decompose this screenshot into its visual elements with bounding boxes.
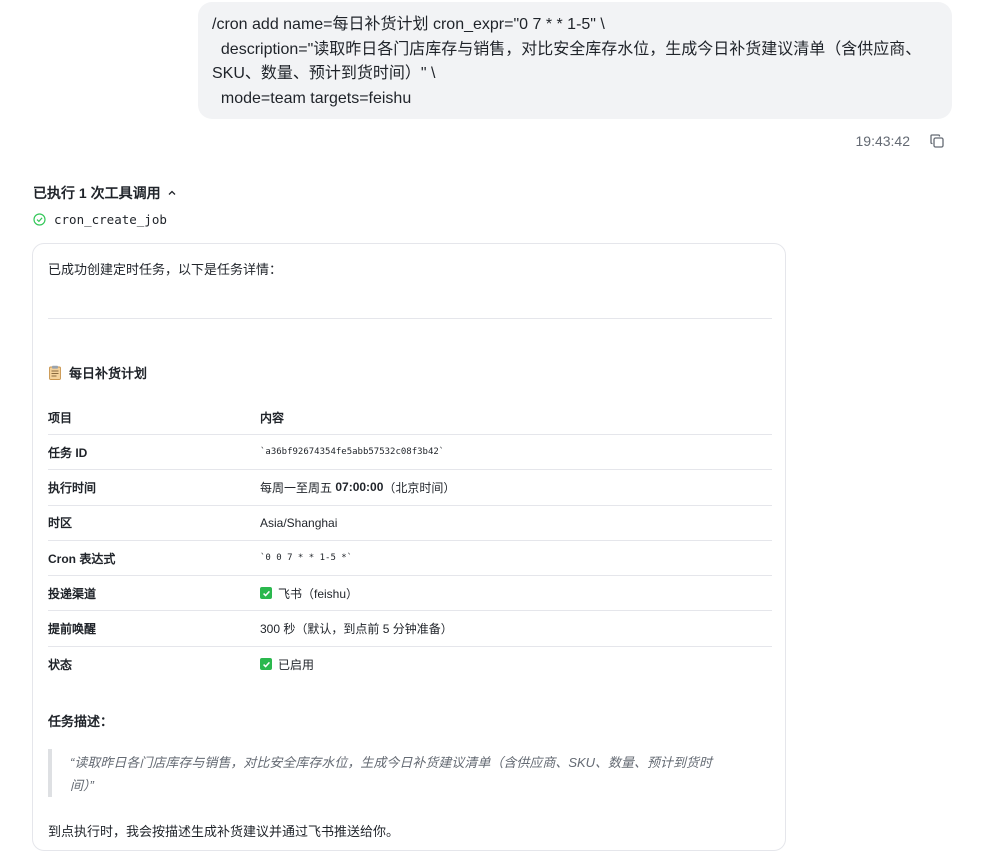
table-row: 任务 ID `a36bf92674354fe5abb57532c08f3b42` — [48, 435, 772, 471]
table-row: 状态 已启用 — [48, 647, 772, 682]
schedule-prefix: 每周一至周五 — [260, 480, 336, 495]
timezone-value: Asia/Shanghai — [260, 515, 338, 530]
copy-button[interactable] — [926, 130, 948, 152]
row-label: 投递渠道 — [48, 586, 97, 601]
cron-value: `0 0 7 * * 1-5 *` — [260, 553, 353, 564]
task-title: 每日补货计划 — [48, 363, 147, 382]
table-row: Cron 表达式 `0 0 7 * * 1-5 *` — [48, 541, 772, 577]
task-details-table: 项目 内容 任务 ID `a36bf92674354fe5abb57532c08… — [48, 400, 772, 682]
tool-calls-toggle[interactable]: 已执行 1 次工具调用 — [33, 183, 177, 203]
table-header-cell: 项目 — [48, 410, 73, 425]
row-label: Cron 表达式 — [48, 551, 116, 566]
table-row: 提前唤醒 300 秒（默认，到点前 5 分钟准备） — [48, 611, 772, 647]
chevron-up-icon — [168, 190, 176, 195]
divider — [48, 318, 772, 319]
schedule-suffix: （北京时间） — [383, 480, 456, 495]
quote-line: 间）” — [70, 778, 94, 793]
row-label: 任务 ID — [48, 445, 88, 460]
channel-value: 飞书（feishu） — [278, 586, 359, 601]
user-message-bubble: /cron add name=每日补货计划 cron_expr="0 7 * *… — [198, 2, 952, 119]
table-row: 时区 Asia/Shanghai — [48, 506, 772, 541]
checkbox-checked-icon — [260, 587, 272, 600]
message-timestamp: 19:43:42 — [855, 133, 911, 149]
row-label: 提前唤醒 — [48, 622, 97, 637]
response-card: 已成功创建定时任务，以下是任务详情： 每日补货计划 项目 内容 任务 ID `a… — [32, 243, 786, 851]
tool-call-item[interactable]: cron_create_job — [33, 212, 167, 227]
table-row: 投递渠道 飞书（feishu） — [48, 576, 772, 612]
status-value: 已启用 — [278, 657, 315, 672]
task-id-value: `a36bf92674354fe5abb57532c08f3b42` — [260, 447, 445, 458]
success-check-icon — [33, 213, 46, 226]
quote-line: “读取昨日各门店库存与销售，对比安全库存水位，生成今日补货建议清单（含供应商、S… — [70, 755, 713, 770]
task-title-text: 每日补货计划 — [69, 366, 148, 381]
table-header-cell: 内容 — [260, 410, 285, 425]
checkbox-checked-icon — [260, 658, 272, 671]
description-quote: “读取昨日各门店库存与销售，对比安全库存水位，生成今日补货建议清单（含供应商、S… — [48, 749, 772, 797]
row-label: 状态 — [48, 657, 73, 672]
user-message-line: /cron add name=每日补货计划 cron_expr="0 7 * *… — [212, 16, 605, 33]
tool-calls-label: 已执行 1 次工具调用 — [33, 185, 161, 201]
tool-call-name: cron_create_job — [54, 212, 167, 227]
table-header-row: 项目 内容 — [48, 400, 772, 435]
row-label: 时区 — [48, 516, 73, 531]
user-message-line: SKU、数量、预计到货时间）" \ — [212, 65, 436, 82]
schedule-time: 07:00:00 — [335, 480, 384, 495]
closing-text: 到点执行时，我会按描述生成补货建议并通过飞书推送给你。 — [48, 824, 400, 839]
response-intro: 已成功创建定时任务，以下是任务详情： — [48, 262, 283, 277]
reminder-value: 300 秒（默认，到点前 5 分钟准备） — [260, 622, 453, 637]
row-label: 执行时间 — [48, 480, 97, 495]
user-message-line: description="读取昨日各门店库存与销售，对比安全库存水位，生成今日补… — [212, 40, 922, 58]
copy-icon — [930, 134, 944, 148]
description-title: 任务描述： — [48, 714, 114, 729]
user-message-line: mode=team targets=feishu — [212, 89, 412, 107]
clipboard-icon — [49, 365, 61, 380]
table-row: 执行时间 每周一至周五 07:00:00 （北京时间） — [48, 470, 772, 506]
message-meta: 19:43:42 — [856, 130, 949, 152]
